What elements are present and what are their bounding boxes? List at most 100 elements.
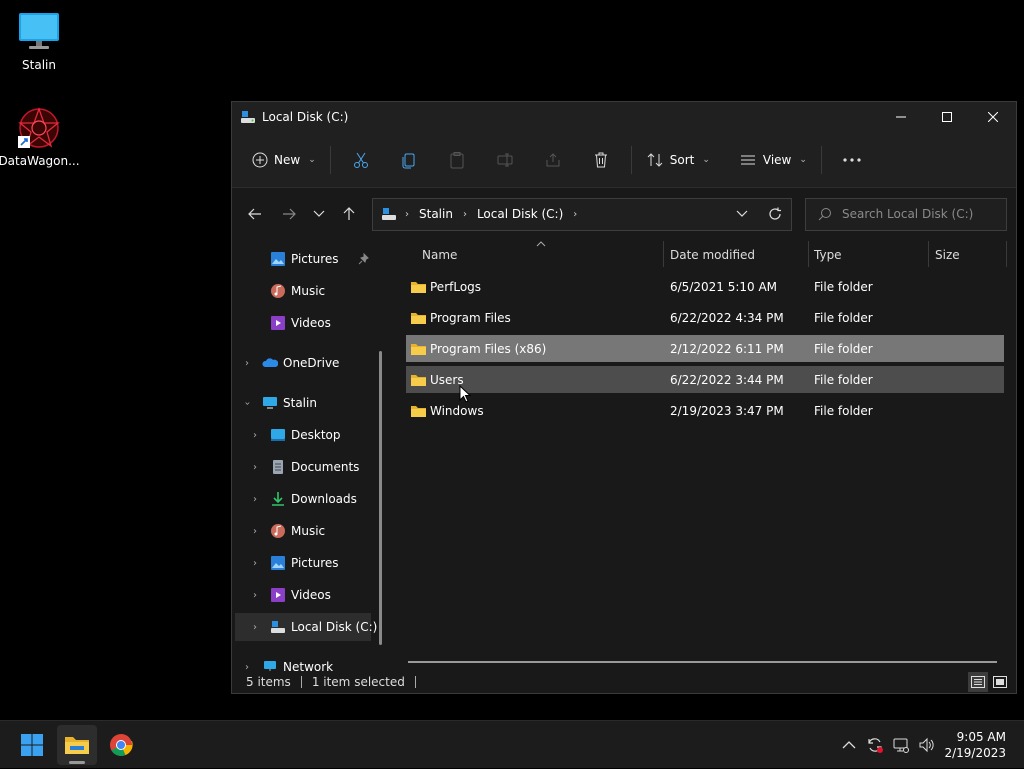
status-bar: 5 items 1 item selected [232,671,1016,693]
view-button[interactable]: View ⌄ [731,144,815,176]
chevron-down-icon: ⌄ [799,154,807,165]
table-row[interactable]: PerfLogs 6/5/2021 5:10 AM File folder [406,273,1004,300]
copy-button[interactable] [393,144,425,176]
column-header-size[interactable]: Size [935,248,960,262]
address-dropdown-button[interactable] [725,199,758,230]
back-button[interactable] [240,199,270,229]
desktop-icon-stalin[interactable]: Stalin [1,10,77,72]
sort-button[interactable]: Sort ⌄ [638,144,718,176]
details-view-button[interactable] [968,672,988,692]
table-row-selected[interactable]: Program Files (x86) 2/12/2022 6:11 PM Fi… [406,335,1004,362]
delete-button[interactable] [585,144,617,176]
network-status-icon[interactable] [892,736,910,754]
breadcrumb-stalin[interactable]: Stalin [419,207,453,221]
search-icon [818,208,831,221]
nav-item-network[interactable]: › Network [235,653,371,671]
column-header-type[interactable]: Type [814,248,842,262]
minimize-button[interactable] [878,102,924,132]
folder-icon [411,312,426,324]
drive-icon [382,208,396,220]
clock-time: 9:05 AM [956,730,1006,744]
nav-item-music[interactable]: › Music [235,517,371,545]
breadcrumb-local-disk[interactable]: Local Disk (C:) [477,207,563,221]
tiles-view-button[interactable] [990,672,1010,692]
sync-icon[interactable] [866,736,884,754]
column-header-name[interactable]: Name [422,248,457,262]
active-indicator [69,761,85,764]
close-icon [988,112,998,122]
command-bar: New ⌄ Sort ⌄ View ⌄ [232,132,1016,188]
videos-icon [271,588,285,602]
nav-item-label: Downloads [291,492,357,506]
nav-item-label: Stalin [283,396,317,410]
refresh-button[interactable] [758,199,791,230]
nav-item-downloads[interactable]: › Downloads [235,485,371,513]
paste-button[interactable] [441,144,473,176]
table-row[interactable]: Windows 2/19/2023 3:47 PM File folder [406,397,1004,424]
nav-item-label: Videos [291,316,331,330]
pictures-icon [271,252,285,266]
recent-locations-button[interactable] [304,199,334,229]
nav-item-videos-quick[interactable]: Videos [235,309,371,337]
column-headers: Name Date modified Type Size [390,241,1016,269]
nav-item-local-disk[interactable]: › Local Disk (C:) [235,613,377,641]
cut-button[interactable] [345,144,377,176]
breadcrumb-separator-icon: › [462,208,467,220]
start-button[interactable] [12,725,52,765]
nav-item-this-pc[interactable]: › Stalin [235,389,371,417]
horizontal-scrollbar[interactable] [408,661,997,663]
view-list-icon [740,155,755,164]
chevron-up-icon[interactable] [842,740,856,750]
chevron-right-icon[interactable]: › [249,558,261,569]
nav-item-desktop[interactable]: › Desktop [235,421,371,449]
drive-icon [241,111,255,123]
nav-item-videos[interactable]: › Videos [235,581,371,609]
close-button[interactable] [970,102,1016,132]
sort-ascending-icon [536,241,546,247]
volume-icon[interactable] [918,736,936,754]
chevron-right-icon[interactable]: › [249,590,261,601]
search-input[interactable]: Search Local Disk (C:) [805,197,1007,231]
folder-icon [411,281,426,293]
chevron-right-icon[interactable]: › [241,358,253,369]
chevron-right-icon[interactable]: › [249,462,261,473]
nav-item-pictures[interactable]: › Pictures [235,549,371,577]
taskbar: 9:05 AM 2/19/2023 [0,720,1024,768]
file-explorer-taskbar-button[interactable] [57,725,97,765]
pin-icon[interactable] [358,253,370,265]
desktop-icon-datawagon[interactable]: DataWagon... [0,106,80,168]
file-explorer-icon [65,737,89,754]
maximize-button[interactable] [924,102,970,132]
share-button[interactable] [537,144,569,176]
column-header-date[interactable]: Date modified [670,248,755,262]
chevron-right-icon[interactable]: › [249,494,261,505]
table-row-hovered[interactable]: Users 6/22/2022 3:44 PM File folder [406,366,1004,393]
maximize-icon [942,112,952,122]
nav-item-label: OneDrive [283,356,340,370]
chrome-taskbar-button[interactable] [101,725,141,765]
new-button[interactable]: New ⌄ [244,144,324,176]
nav-item-documents[interactable]: › Documents [235,453,371,481]
chevron-right-icon[interactable]: › [249,622,261,633]
chevron-right-icon[interactable]: › [249,526,261,537]
desktop-folder-icon [271,429,285,441]
nav-scrollbar[interactable] [379,351,382,645]
chevron-right-icon[interactable]: › [249,430,261,441]
explorer-body: Pictures Music Videos › OneDrive › Stali… [232,241,1016,671]
rename-button[interactable] [489,144,521,176]
file-name: Program Files [430,310,511,325]
chevron-right-icon[interactable]: › [241,662,253,672]
address-bar[interactable]: › Stalin › Local Disk (C:) › [372,197,792,231]
paste-icon [450,151,464,168]
chevron-down-icon[interactable]: › [242,397,253,409]
nav-item-music-quick[interactable]: Music [235,277,371,305]
arrow-right-icon [283,208,296,220]
table-row[interactable]: Program Files 6/22/2022 4:34 PM File fol… [406,304,1004,331]
nav-item-onedrive[interactable]: › OneDrive [235,349,371,377]
nav-item-pictures-quick[interactable]: Pictures [235,245,371,273]
divider [1006,241,1007,267]
clock[interactable]: 9:05 AM 2/19/2023 [944,729,1006,761]
more-options-button[interactable] [836,144,868,176]
up-button[interactable] [334,199,364,229]
forward-button[interactable] [274,199,304,229]
